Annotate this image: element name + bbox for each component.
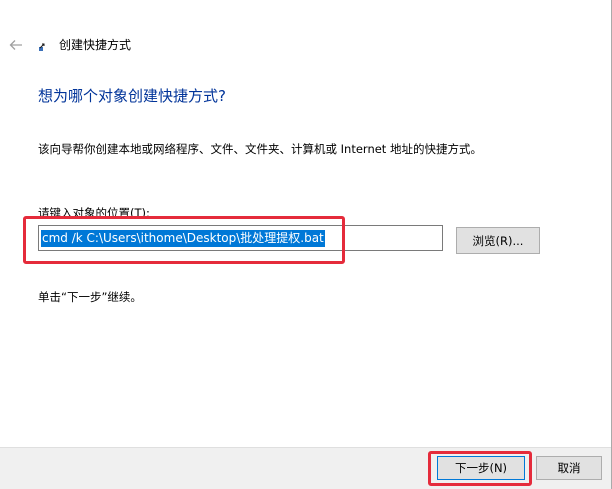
browse-button[interactable]: 浏览(R)... (456, 227, 540, 254)
create-shortcut-window: 创建快捷方式 想为哪个对象创建快捷方式? 该向导帮你创建本地或网络程序、文件、文… (0, 0, 612, 489)
next-button[interactable]: 下一步(N) (437, 456, 525, 480)
continue-hint: 单击“下一步”继续。 (38, 290, 142, 304)
back-arrow-icon (9, 40, 22, 50)
page-heading: 想为哪个对象创建快捷方式? (38, 87, 226, 105)
location-input[interactable]: cmd /k C:\Users\ithome\Desktop\批处理提权.bat (38, 225, 443, 251)
back-button[interactable] (4, 34, 28, 56)
shortcut-wizard-icon (34, 39, 50, 55)
wizard-title: 创建快捷方式 (59, 38, 132, 52)
location-input-value: cmd /k C:\Users\ithome\Desktop\批处理提权.bat (41, 229, 325, 247)
cancel-button[interactable]: 取消 (536, 456, 602, 480)
location-label: 请键入对象的位置(T): (38, 206, 150, 220)
wizard-description: 该向导帮你创建本地或网络程序、文件、文件夹、计算机或 Internet 地址的快… (38, 142, 482, 156)
